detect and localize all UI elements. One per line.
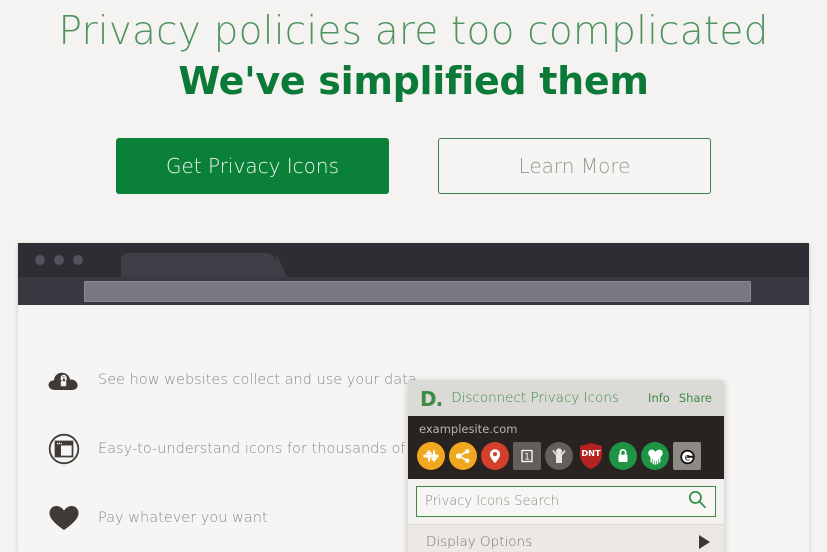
svg-text:1: 1 [524, 452, 530, 462]
search-icon[interactable] [687, 489, 707, 514]
child-privacy-icon[interactable] [545, 442, 573, 470]
data-sharing-icon[interactable] [449, 442, 477, 470]
share-link[interactable]: Share [679, 391, 712, 405]
maximize-dot-icon[interactable] [73, 255, 83, 265]
cloud-lock-icon [47, 363, 81, 397]
learn-more-button[interactable]: Learn More [438, 138, 711, 195]
popup-icons-section: examplesite.com 1 DNT e [408, 416, 724, 479]
privacy-icons-search-field[interactable]: Privacy Icons Search [416, 486, 716, 517]
browser-tab[interactable] [121, 253, 287, 277]
get-privacy-icons-button[interactable]: Get Privacy Icons [116, 138, 389, 195]
search-section: Privacy Icons Search [408, 479, 724, 524]
search-input[interactable]: Privacy Icons Search [425, 494, 687, 509]
browser-titlebar [18, 243, 809, 277]
location-icon[interactable] [481, 442, 509, 470]
privacy-icon-row: 1 DNT e [417, 442, 715, 470]
retention-icon[interactable]: 1 [513, 442, 541, 470]
popup-header: D. Disconnect Privacy Icons Info Share [408, 380, 724, 416]
page-title-line-2: We've simplified them [178, 58, 649, 103]
feature-label: See how websites collect and use your da… [98, 372, 417, 388]
tracking-protection-icon[interactable]: e [673, 442, 701, 470]
browser-content-area: See how websites collect and use your da… [18, 305, 809, 552]
heartbleed-icon[interactable] [641, 442, 669, 470]
browser-toolbar [18, 277, 809, 305]
feature-list: See how websites collect and use your da… [47, 363, 444, 535]
disconnect-logo-icon: D. [420, 386, 443, 411]
address-bar-input[interactable] [84, 281, 751, 302]
svg-text:e: e [685, 453, 691, 464]
minimize-dot-icon[interactable] [54, 255, 64, 265]
feature-item-data-collection: See how websites collect and use your da… [47, 363, 444, 397]
encryption-lock-icon[interactable] [609, 442, 637, 470]
popup-header-links: Info Share [648, 391, 712, 405]
page-title-line-1: Privacy policies are too complicated [58, 9, 769, 54]
site-name-label: examplesite.com [419, 422, 518, 436]
heart-icon [47, 501, 81, 535]
feature-item-pay-what-you-want: Pay whatever you want [47, 501, 444, 535]
browser-mockup: See how websites collect and use your da… [18, 243, 809, 552]
display-options-row[interactable]: Display Options [408, 524, 724, 552]
do-not-track-icon[interactable]: DNT [577, 442, 605, 470]
browser-window-icon [47, 432, 81, 466]
display-options-label: Display Options [426, 534, 533, 550]
info-link[interactable]: Info [648, 391, 670, 405]
window-controls [35, 255, 83, 265]
privacy-icons-popup: D. Disconnect Privacy Icons Info Share e… [408, 380, 724, 552]
close-dot-icon[interactable] [35, 255, 45, 265]
feature-label: Easy-to-understand icons for thousands o… [98, 441, 444, 457]
popup-title: Disconnect Privacy Icons [451, 390, 619, 406]
svg-text:DNT: DNT [581, 448, 601, 458]
feature-label: Pay whatever you want [98, 510, 268, 526]
hero-section: Privacy policies are too complicated We'… [0, 0, 827, 104]
feature-item-icons-coverage: Easy-to-understand icons for thousands o… [47, 432, 444, 466]
data-transfer-icon[interactable] [417, 442, 445, 470]
chevron-right-icon[interactable] [699, 535, 710, 549]
cta-row: Get Privacy Icons Learn More [0, 138, 827, 195]
